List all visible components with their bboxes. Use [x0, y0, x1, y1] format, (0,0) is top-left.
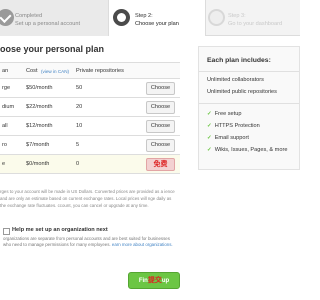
- plan-cost: $0/month: [26, 161, 50, 167]
- plan-name: dium: [2, 104, 15, 110]
- org-text: organizations are separate from personal…: [3, 236, 173, 248]
- choose-button[interactable]: Choose: [146, 139, 175, 152]
- header-repos: Private repositories: [76, 68, 124, 74]
- table-row: dium $22/month 20 Choose: [0, 98, 180, 117]
- table-row: ro $7/month 5 Choose: [0, 136, 180, 155]
- header-plan: an: [2, 68, 9, 74]
- plans-table: an Cost (view in CAN) Private repositori…: [0, 62, 180, 174]
- step-2-subtitle: Choose your plan: [135, 21, 179, 27]
- plan-repos: 10: [76, 123, 83, 129]
- feature-item: ✓ Free setup: [207, 111, 241, 117]
- check-icon: ✓: [207, 123, 212, 129]
- org-learn-more-link[interactable]: earn more about organizations.: [112, 242, 173, 247]
- plan-cost: $50/month: [26, 85, 53, 91]
- feature-item: ✓ HTTPS Protection: [207, 123, 260, 129]
- check-icon: ✓: [207, 147, 212, 153]
- plan-cost: $7/month: [26, 142, 50, 148]
- billing-description: rges to your account will be made in US …: [0, 189, 175, 208]
- plan-includes-panel: Each plan includes: Unlimited collaborat…: [198, 46, 300, 170]
- checkmark-icon: [0, 9, 14, 26]
- choose-button[interactable]: Choose: [146, 120, 175, 133]
- table-row: rge $50/month 50 Choose: [0, 79, 180, 98]
- step-1-subtitle: Set up a personal account: [15, 21, 80, 27]
- feature-label: Wikis, Issues, Pages, & more: [214, 147, 288, 153]
- plan-cost: $22/month: [26, 104, 53, 110]
- feature-label: Email support: [214, 135, 249, 141]
- check-icon: ✓: [207, 135, 212, 141]
- feature-label: Free setup: [214, 111, 242, 117]
- finish-label-suffix: up: [161, 278, 170, 284]
- step-completed: Completed Set up a personal account: [0, 0, 108, 36]
- finish-signup-button[interactable]: Fin提交up: [128, 272, 180, 289]
- finish-label-prefix: Fin: [138, 278, 148, 284]
- panel-divider: [199, 103, 299, 104]
- org-checkbox[interactable]: [3, 228, 10, 235]
- plan-name: all: [2, 123, 8, 129]
- plan-cost: $12/month: [26, 123, 53, 129]
- feature-item: ✓ Email support: [207, 135, 249, 141]
- panel-divider: [199, 71, 299, 72]
- org-title: Help me set up an organization next: [12, 227, 108, 233]
- table-row-selected: e $0/month 0 免费: [0, 155, 180, 174]
- progress-steps: Completed Set up a personal account Step…: [0, 0, 300, 36]
- feature-item: ✓ Wikis, Issues, Pages, & more: [207, 147, 287, 153]
- plan-repos: 0: [76, 161, 80, 167]
- page-title: oose your personal plan: [0, 44, 105, 54]
- table-header: an Cost (view in CAN) Private repositori…: [0, 63, 180, 79]
- table-row: all $12/month 10 Choose: [0, 117, 180, 136]
- free-plan-badge[interactable]: 免费: [146, 158, 175, 171]
- plan-repos: 20: [76, 104, 83, 110]
- step-upcoming: Step 3: Go to your dashboard: [206, 0, 300, 36]
- step-3-title: Step 3:: [228, 13, 246, 19]
- check-icon: ✓: [207, 111, 212, 117]
- step-current: Step 2: Choose your plan: [108, 0, 206, 36]
- feature-label: HTTPS Protection: [214, 123, 260, 129]
- step-3-subtitle: Go to your dashboard: [228, 21, 283, 27]
- panel-item: Unlimited public repositories: [207, 89, 277, 95]
- plan-repos: 5: [76, 142, 80, 148]
- upcoming-step-icon: [208, 9, 225, 26]
- choose-button[interactable]: Choose: [146, 101, 175, 114]
- current-step-icon: [113, 9, 130, 26]
- step-2-title: Step 2:: [135, 13, 153, 19]
- header-cost: Cost: [26, 68, 38, 74]
- panel-item: Unlimited collaborators: [207, 77, 264, 83]
- step-1-title: Completed: [15, 13, 43, 19]
- plan-name: e: [2, 161, 6, 167]
- currency-link[interactable]: (view in CAN): [41, 69, 69, 74]
- plan-repos: 50: [76, 85, 83, 91]
- choose-button[interactable]: Choose: [146, 82, 175, 95]
- panel-title: Each plan includes:: [207, 57, 271, 64]
- finish-label-mark: 提交: [147, 277, 162, 284]
- plan-name: ro: [2, 142, 7, 148]
- plan-name: rge: [2, 85, 11, 91]
